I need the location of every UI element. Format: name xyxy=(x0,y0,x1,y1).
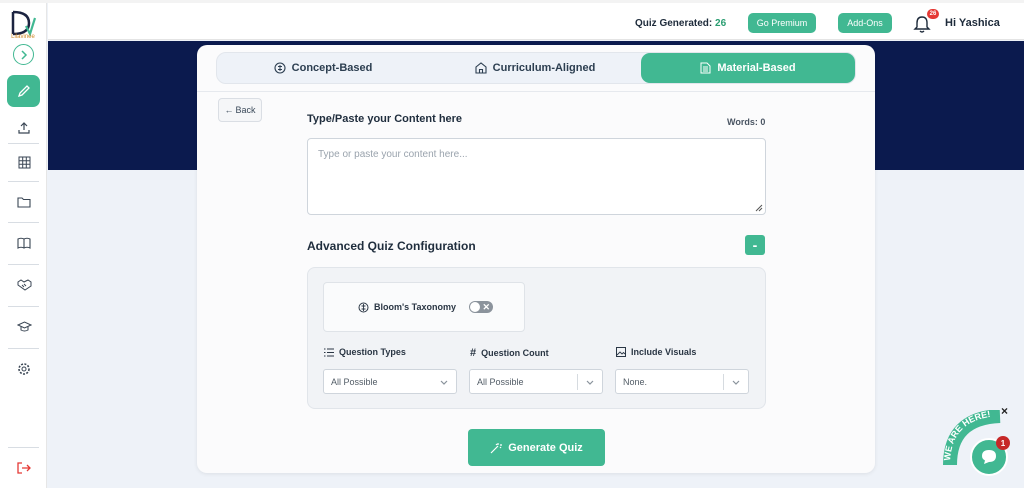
question-count-label: # Question Count xyxy=(470,347,549,359)
blooms-taxonomy-box: Bloom's Taxonomy ✕ xyxy=(323,282,525,332)
logo-text: Lilavinee xyxy=(11,34,35,40)
school-icon xyxy=(475,62,487,74)
sidebar: Lilavinee xyxy=(0,3,47,488)
gear-icon xyxy=(18,363,30,375)
list-icon xyxy=(324,348,334,356)
grid-icon xyxy=(18,156,30,168)
go-premium-button[interactable]: Go Premium xyxy=(748,13,816,33)
chevron-down-icon xyxy=(586,380,594,385)
question-count-text: Question Count xyxy=(481,348,549,358)
handshake-icon xyxy=(17,279,31,291)
document-icon xyxy=(700,62,711,74)
content-label: Type/Paste your Content here xyxy=(307,113,463,125)
chevron-right-icon xyxy=(20,49,27,60)
sidebar-item-graduation[interactable] xyxy=(14,317,34,337)
notification-badge: 26 xyxy=(927,9,939,19)
blooms-taxonomy-label: Bloom's Taxonomy xyxy=(374,302,456,312)
brain-icon xyxy=(358,302,369,313)
upload-icon xyxy=(18,122,30,134)
add-ons-button[interactable]: Add-Ons xyxy=(838,13,892,33)
user-greeting[interactable]: Hi Yashica xyxy=(945,17,1000,29)
tab-material-based[interactable]: Material-Based xyxy=(641,53,855,83)
folder-icon xyxy=(17,197,31,208)
generate-quiz-button[interactable]: Generate Quiz xyxy=(468,429,605,466)
sidebar-item-table[interactable] xyxy=(14,152,34,172)
tabs-divider xyxy=(197,91,875,92)
question-types-select[interactable]: All Possible xyxy=(323,369,457,394)
sidebar-item-edit[interactable] xyxy=(7,75,40,107)
include-visuals-text: Include Visuals xyxy=(631,347,697,357)
advanced-config-panel: Bloom's Taxonomy ✕ Question Types # Ques… xyxy=(307,267,766,409)
back-label: Back xyxy=(235,105,256,115)
question-count-value: All Possible xyxy=(477,377,524,387)
question-count-select[interactable]: All Possible xyxy=(469,369,603,394)
concept-icon xyxy=(274,62,286,74)
chevron-down-icon xyxy=(732,380,740,385)
tab-label: Concept-Based xyxy=(291,62,373,74)
question-types-text: Question Types xyxy=(339,347,406,357)
sidebar-expand-button[interactable] xyxy=(13,44,34,65)
sidebar-divider xyxy=(8,181,39,182)
chat-icon xyxy=(982,450,996,464)
quiz-builder-card: Concept-Based Curriculum-Aligned Materia… xyxy=(197,45,875,473)
quiz-generated-label: Quiz Generated: xyxy=(635,18,713,29)
quiz-generated-counter: Quiz Generated: 26 xyxy=(635,18,726,29)
tab-label: Material-Based xyxy=(717,62,796,74)
advanced-config-title: Advanced Quiz Configuration xyxy=(307,239,476,253)
resize-grip-icon[interactable] xyxy=(753,202,763,212)
image-icon xyxy=(616,347,626,357)
include-visuals-select[interactable]: None. xyxy=(615,369,749,394)
sidebar-item-logout[interactable] xyxy=(14,458,34,478)
sidebar-item-book[interactable] xyxy=(14,233,34,253)
tab-curriculum-aligned[interactable]: Curriculum-Aligned xyxy=(429,53,641,83)
include-visuals-value: None. xyxy=(623,377,648,387)
collapse-button[interactable]: - xyxy=(745,235,765,255)
sidebar-item-folder[interactable] xyxy=(14,192,34,212)
sidebar-divider xyxy=(8,143,39,144)
sidebar-divider xyxy=(8,222,39,223)
sidebar-divider xyxy=(8,348,39,349)
arrow-left-icon: ← xyxy=(224,105,234,115)
hash-icon: # xyxy=(470,347,477,359)
magic-wand-icon xyxy=(490,442,503,453)
question-types-value: All Possible xyxy=(331,377,378,387)
tab-concept-based[interactable]: Concept-Based xyxy=(217,53,429,83)
question-types-label: Question Types xyxy=(324,347,406,357)
logout-icon xyxy=(17,462,31,474)
sidebar-divider xyxy=(8,447,39,448)
top-header: Quiz Generated: 26 Go Premium Add-Ons 26… xyxy=(48,3,1024,40)
blooms-taxonomy-toggle[interactable]: ✕ xyxy=(469,301,493,313)
chevron-down-icon xyxy=(440,380,448,385)
content-placeholder: Type or paste your content here... xyxy=(318,149,468,160)
mode-tabs: Concept-Based Curriculum-Aligned Materia… xyxy=(216,52,856,84)
sidebar-item-settings[interactable] xyxy=(14,359,34,379)
select-separator xyxy=(723,374,724,390)
quiz-generated-count: 26 xyxy=(715,18,727,29)
sidebar-divider xyxy=(8,306,39,307)
toggle-knob xyxy=(470,302,480,312)
sidebar-item-upload[interactable] xyxy=(14,118,34,138)
tab-label: Curriculum-Aligned xyxy=(492,62,596,74)
content-textarea[interactable]: Type or paste your content here... xyxy=(307,138,766,215)
pencil-icon xyxy=(17,85,30,98)
include-visuals-label: Include Visuals xyxy=(616,347,696,357)
back-button[interactable]: ← Back xyxy=(218,98,262,122)
toggle-off-icon: ✕ xyxy=(482,302,490,312)
sidebar-item-handshake[interactable] xyxy=(14,275,34,295)
select-separator xyxy=(577,374,578,390)
word-count: Words: 0 xyxy=(727,117,766,127)
graduation-cap-icon xyxy=(16,321,32,332)
chat-badge: 1 xyxy=(996,436,1010,450)
sidebar-divider xyxy=(8,264,39,265)
generate-quiz-label: Generate Quiz xyxy=(508,441,583,454)
book-icon xyxy=(17,237,31,249)
